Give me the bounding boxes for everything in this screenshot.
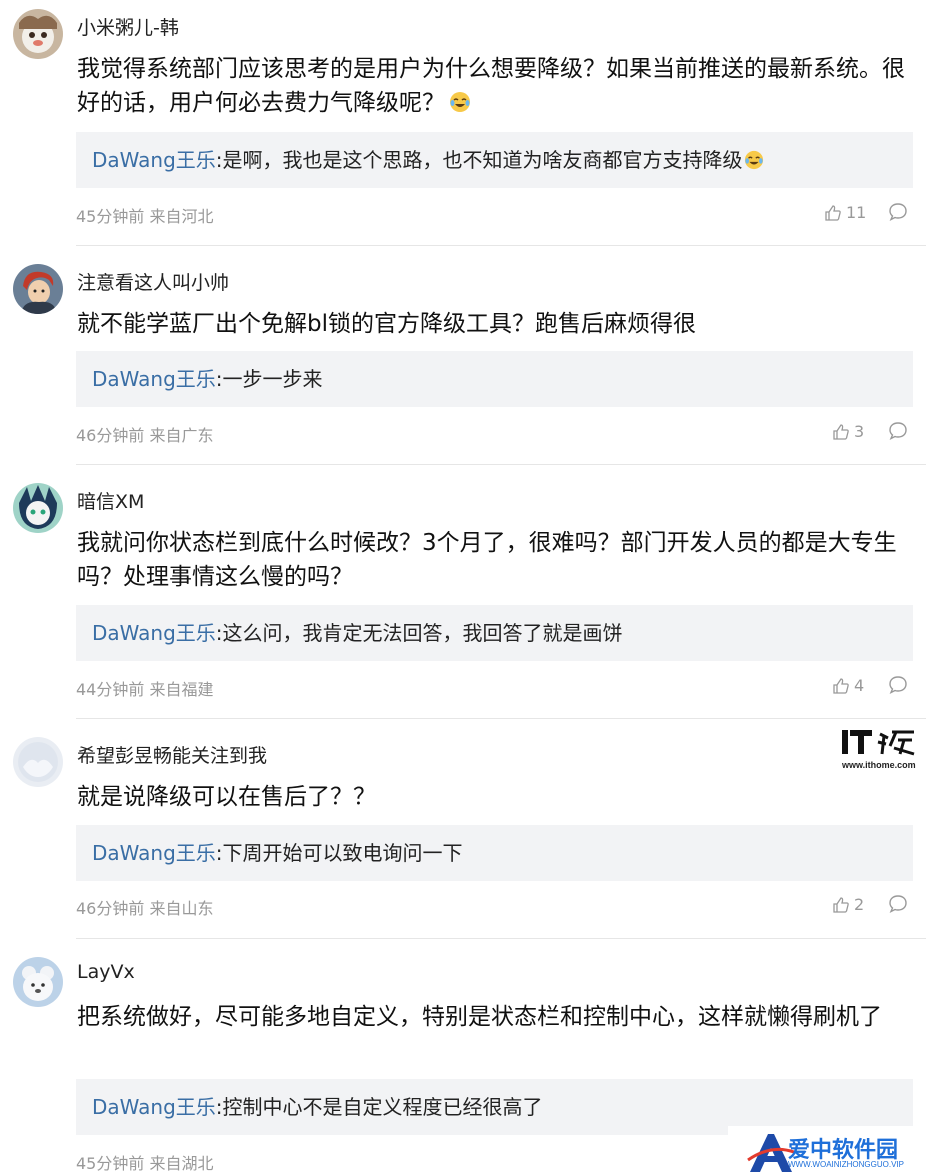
divider — [76, 245, 926, 246]
thumbs-up-icon — [833, 896, 849, 913]
like-count: 2 — [854, 895, 865, 914]
reply-text: :一步一步来 — [215, 367, 323, 391]
time-location: 45分钟前 来自河北 — [76, 207, 214, 226]
divider — [76, 464, 926, 465]
time-location: 46分钟前 来自广东 — [76, 426, 214, 445]
reply-bubble-icon[interactable] — [888, 421, 908, 441]
site-watermark: 爱中软件园 WWW.WOAINIZHONGGUO.VIP — [728, 1126, 926, 1176]
avatar[interactable] — [13, 9, 63, 59]
reply-bubble-icon[interactable] — [888, 202, 908, 222]
like-count: 4 — [854, 676, 865, 695]
comment-text: 我觉得系统部门应该思考的是用户为什么想要降级？如果当前推送的最新系统。很好的话，… — [77, 52, 917, 120]
comment-text: 我就问你状态栏到底什么时候改？3个月了，很难吗？部门开发人员的都是大专生吗？处理… — [77, 530, 897, 590]
reply-bubble-icon[interactable] — [888, 894, 908, 914]
comment-text: 就不能学蓝厂出个免解bl锁的官方降级工具？跑售后麻烦得很 — [77, 311, 696, 337]
username[interactable]: 希望彭昱畅能关注到我 — [77, 741, 267, 768]
reply-box: DaWang王乐:下周开始可以致电询问一下 — [76, 825, 913, 881]
reply-author[interactable]: DaWang王乐 — [92, 148, 216, 172]
comment-text-content: 我觉得系统部门应该思考的是用户为什么想要降级？如果当前推送的最新系统。很好的话，… — [77, 56, 905, 116]
thumbs-up-icon — [833, 423, 849, 440]
username[interactable]: 暗信XM — [77, 487, 144, 514]
comment-text: 就是说降级可以在售后了？？ — [77, 784, 376, 810]
reply-author[interactable]: DaWang王乐 — [92, 1095, 216, 1119]
username[interactable]: 小米粥儿-韩 — [77, 13, 179, 40]
comment-text: 把系统做好，尽可能多地自定义，特别是状态栏和控制中心，这样就懒得刷机了 — [77, 1004, 882, 1030]
like-button[interactable]: 4 — [832, 676, 864, 695]
divider — [76, 938, 926, 939]
reply-author[interactable]: DaWang王乐 — [92, 841, 216, 865]
ithome-logo-icon — [842, 730, 915, 756]
reply-text: :下周开始可以致电询问一下 — [215, 841, 463, 865]
username[interactable]: 注意看这人叫小帅 — [77, 268, 229, 295]
reply-author[interactable]: DaWang王乐 — [92, 367, 216, 391]
like-count: 3 — [854, 422, 865, 441]
laugh-cry-emoji-icon — [450, 92, 470, 112]
like-button[interactable]: 3 — [832, 422, 864, 441]
like-button[interactable]: 11 — [824, 203, 866, 222]
avatar[interactable] — [13, 737, 63, 787]
time-location: 45分钟前 来自湖北 — [76, 1154, 214, 1173]
reply-box: DaWang王乐:是啊，我也是这个思路，也不知道为啥友商都官方支持降级 — [76, 132, 913, 188]
site-url: WWW.WOAINIZHONGGUO.VIP — [788, 1160, 904, 1169]
reply-bubble-icon[interactable] — [888, 675, 908, 695]
time-location: 46分钟前 来自山东 — [76, 899, 214, 918]
like-button[interactable]: 2 — [832, 895, 864, 914]
reply-box: DaWang王乐:这么问，我肯定无法回答，我回答了就是画饼 — [76, 605, 913, 661]
laugh-cry-emoji-icon — [744, 150, 763, 170]
like-count: 11 — [846, 203, 867, 222]
ithome-url: www.ithome.com — [842, 760, 916, 770]
avatar[interactable] — [13, 264, 63, 314]
ithome-watermark: www.ithome.com — [838, 726, 918, 772]
reply-box: DaWang王乐:一步一步来 — [76, 351, 913, 407]
reply-text: :控制中心不是自定义程度已经很高了 — [215, 1095, 543, 1119]
thumbs-up-icon — [825, 204, 841, 221]
thumbs-up-icon — [833, 677, 849, 694]
reply-text: :是啊，我也是这个思路，也不知道为啥友商都官方支持降级 — [215, 148, 743, 172]
avatar[interactable] — [13, 483, 63, 533]
time-location: 44分钟前 来自福建 — [76, 680, 214, 699]
avatar[interactable] — [13, 957, 63, 1007]
reply-text: :这么问，我肯定无法回答，我回答了就是画饼 — [215, 621, 623, 645]
reply-author[interactable]: DaWang王乐 — [92, 621, 216, 645]
divider — [76, 718, 926, 719]
username[interactable]: LayVx — [77, 961, 135, 983]
